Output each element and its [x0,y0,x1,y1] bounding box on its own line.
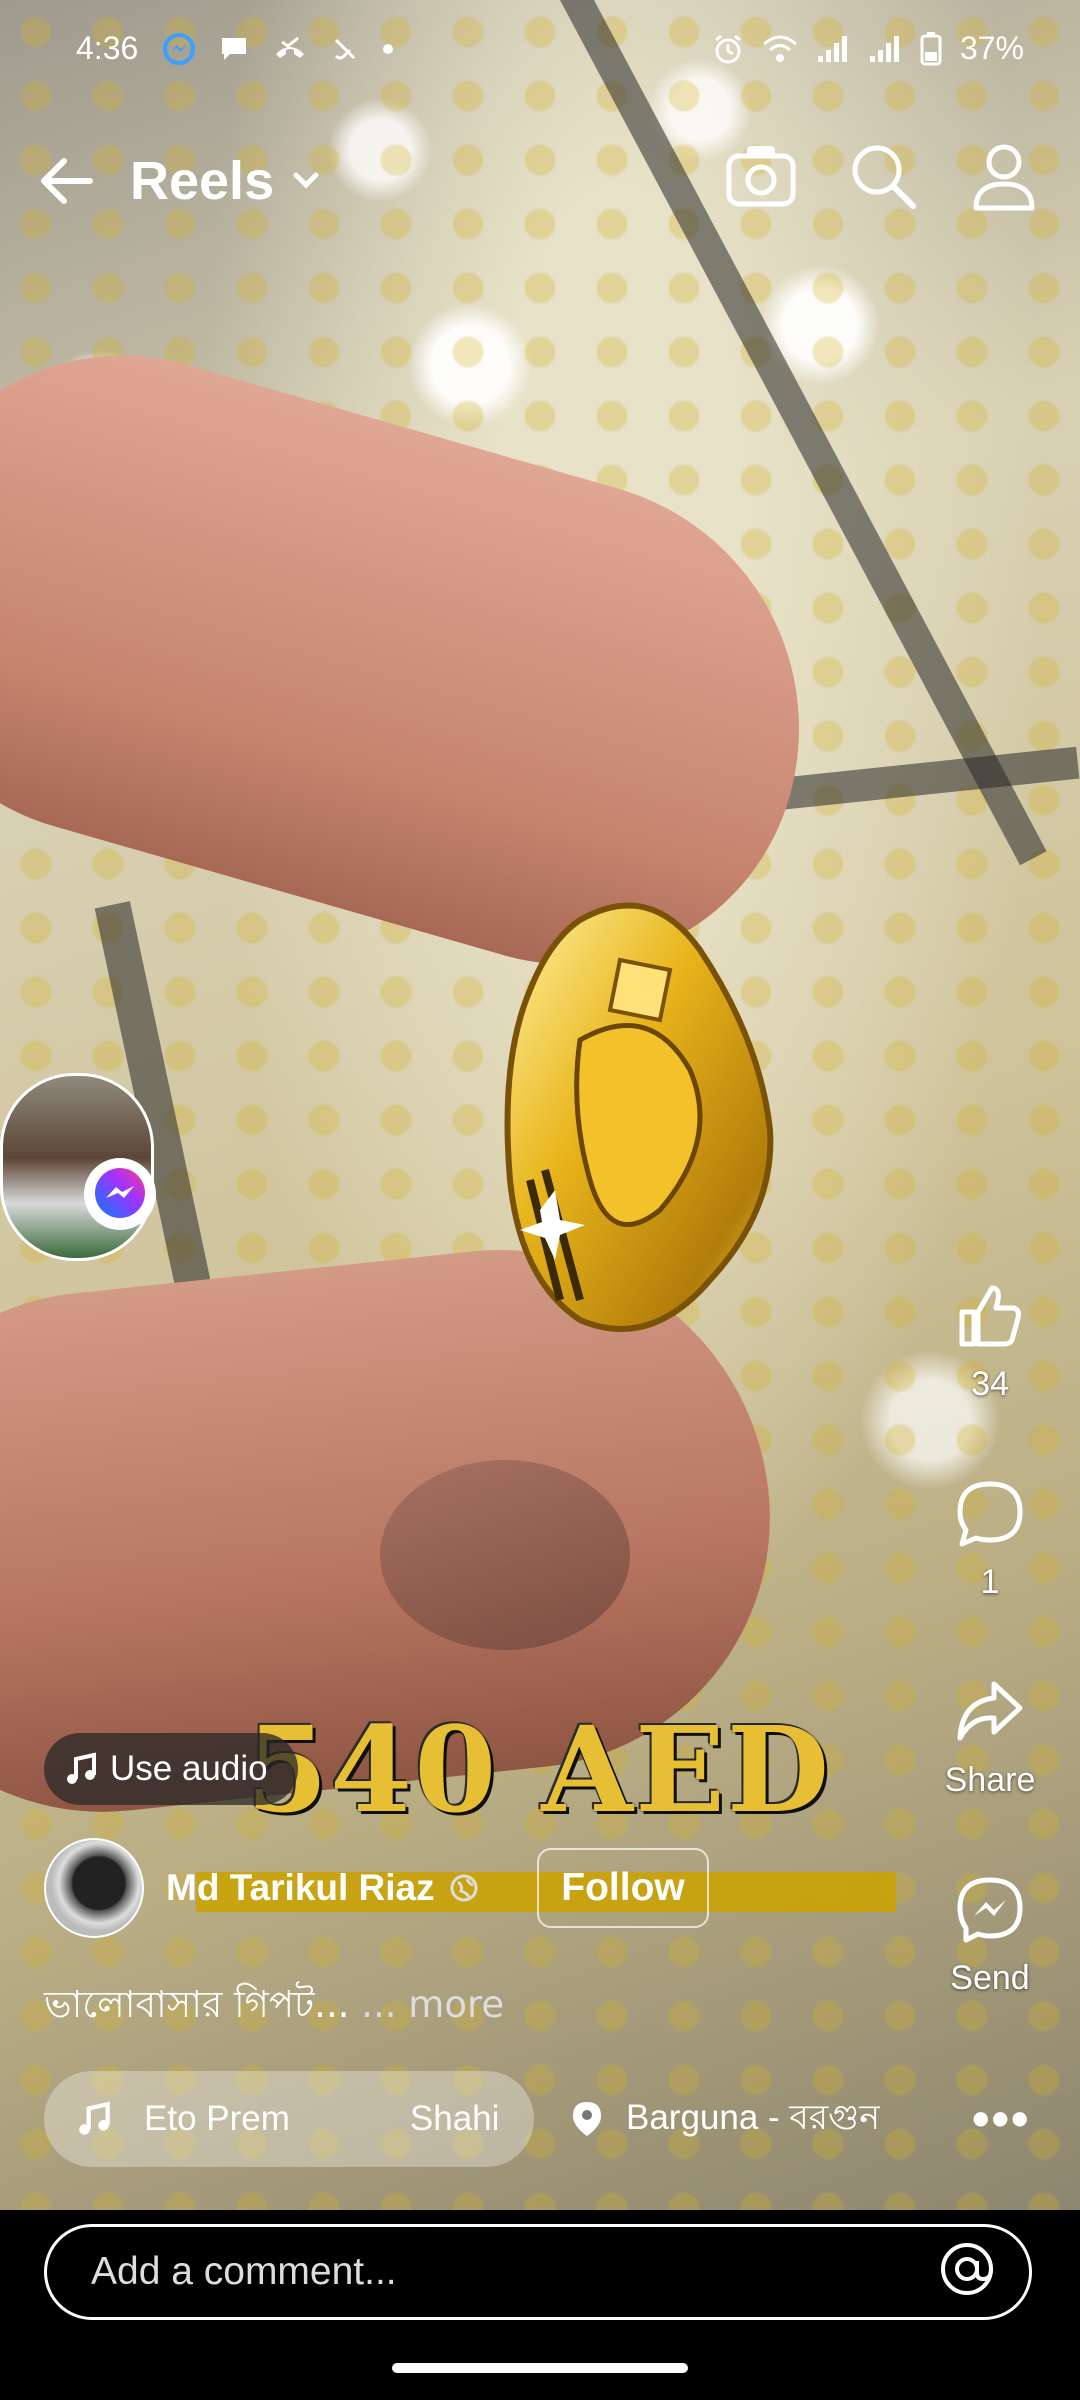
back-arrow-icon[interactable] [32,146,102,216]
wifi-icon [762,35,797,62]
follow-label: Follow [561,1866,685,1909]
reels-title-dropdown[interactable]: Reels [130,150,324,212]
battery-percent: 37% [959,30,1024,66]
fingernail [380,1460,630,1650]
reels-header: Reels [0,120,1080,240]
location-pin-icon [573,2102,601,2136]
signal-icon-2 [869,35,899,62]
comment-count: 1 [980,1563,1000,1601]
music-song: Eto Prem [144,2099,290,2138]
music-artist: Shahi [409,2099,500,2138]
page-title: Reels [130,151,275,211]
comment-action[interactable]: 1 [900,1478,1080,1602]
call-forward-icon [334,38,356,60]
like-action[interactable]: 34 [900,1280,1080,1404]
author-avatar[interactable] [44,1838,144,1938]
status-bar: 4:36 37% [0,0,1080,100]
like-count: 34 [971,1365,1009,1403]
music-note-icon [67,1752,96,1784]
signal-icon-1 [817,35,847,62]
share-label: Share [944,1761,1036,1799]
comment-bubble-icon [957,1481,1023,1547]
thumbs-up-icon [959,1285,1021,1347]
send-action[interactable]: Send [900,1874,1080,1998]
use-audio-label: Use audio [110,1749,268,1788]
missed-call-icon [276,36,304,58]
camera-icon[interactable] [723,138,799,214]
status-time: 4:36 [76,30,139,66]
use-audio-button[interactable]: Use audio [44,1733,298,1805]
messenger-notification-icon [163,33,195,65]
more-options-icon[interactable]: ••• [972,2090,1031,2148]
messenger-send-icon [957,1877,1023,1943]
music-note-icon [79,2101,110,2135]
notification-dot-icon [383,44,393,54]
battery-icon [920,31,942,65]
public-globe-icon [450,1874,478,1902]
chevron-down-icon [293,172,319,189]
send-label: Send [950,1959,1030,1997]
search-icon[interactable] [845,138,921,214]
author-row: Md Tarikul Riaz [44,1838,479,1938]
reel-caption[interactable]: ভালোবাসার গিপট... ... more [44,1975,504,2038]
gold-ring [504,902,774,1332]
messenger-badge-icon [84,1158,156,1230]
mention-at-icon[interactable] [937,2239,997,2299]
follow-button[interactable]: Follow [537,1848,709,1928]
location-label: Barguna - বরগুন [626,2097,881,2137]
comment-placeholder: Add a comment... [91,2250,397,2293]
price-overlay: 540 AED [246,1700,832,1839]
caption-more-link[interactable]: ... more [361,1983,504,2026]
share-arrow-icon [957,1681,1023,1741]
comment-input[interactable]: Add a comment... [44,2224,1032,2320]
caption-text: ভালোবাসার গিপট... [44,1983,350,2026]
music-chip[interactable]: Eto Prem Shahi [44,2071,534,2167]
profile-icon[interactable] [966,138,1042,214]
alarm-icon [715,34,741,63]
location-chip[interactable]: Barguna - বরগুন [570,2071,900,2167]
chat-notification-icon [222,38,246,60]
author-name[interactable]: Md Tarikul Riaz [166,1867,435,1909]
home-indicator[interactable] [392,2363,688,2373]
share-action[interactable]: Share [900,1676,1080,1800]
